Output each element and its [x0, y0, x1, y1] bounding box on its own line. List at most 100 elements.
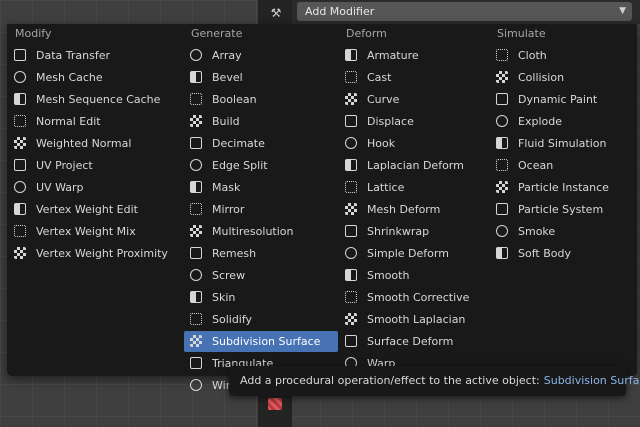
subdivision-surface-icon [190, 335, 202, 347]
menu-item-label: Skin [212, 291, 236, 304]
menu-item-hook[interactable]: Hook [339, 133, 485, 154]
menu-item-boolean[interactable]: Boolean [184, 89, 338, 110]
menu-item-uv-warp[interactable]: UV Warp [8, 177, 178, 198]
tooltip-text: Add a procedural operation/effect to the… [240, 374, 540, 387]
menu-item-displace[interactable]: Displace [339, 111, 485, 132]
menu-item-laplacian-deform[interactable]: Laplacian Deform [339, 155, 485, 176]
menu-item-label: Armature [367, 49, 419, 62]
menu-item-dynamic-paint[interactable]: Dynamic Paint [490, 89, 630, 110]
menu-item-label: Vertex Weight Proximity [36, 247, 168, 260]
menu-item-lattice[interactable]: Lattice [339, 177, 485, 198]
menu-item-screw[interactable]: Screw [184, 265, 338, 286]
menu-item-surface-deform[interactable]: Surface Deform [339, 331, 485, 352]
hook-icon [345, 137, 357, 149]
edge-split-icon [190, 159, 202, 171]
chevron-down-icon: ▼ [619, 6, 626, 16]
menu-item-particle-system[interactable]: Particle System [490, 199, 630, 220]
menu-item-edge-split[interactable]: Edge Split [184, 155, 338, 176]
decimate-icon [190, 137, 202, 149]
mirror-icon [190, 203, 202, 215]
menu-item-smoke[interactable]: Smoke [490, 221, 630, 242]
column-title-simulate: Simulate [497, 27, 546, 40]
menu-item-skin[interactable]: Skin [184, 287, 338, 308]
shrinkwrap-icon [345, 225, 357, 237]
menu-item-smooth[interactable]: Smooth [339, 265, 485, 286]
menu-item-label: Mesh Cache [36, 71, 103, 84]
menu-item-fluid-simulation[interactable]: Fluid Simulation [490, 133, 630, 154]
wrench-icon[interactable]: ⚒ [268, 6, 284, 20]
menu-item-label: Array [212, 49, 242, 62]
menu-item-simple-deform[interactable]: Simple Deform [339, 243, 485, 264]
menu-item-subdivision-surface[interactable]: Subdivision Surface [184, 331, 338, 352]
menu-item-bevel[interactable]: Bevel [184, 67, 338, 88]
menu-item-smooth-corrective[interactable]: Smooth Corrective [339, 287, 485, 308]
menu-item-label: Curve [367, 93, 400, 106]
menu-item-shrinkwrap[interactable]: Shrinkwrap [339, 221, 485, 242]
menu-item-vertex-weight-edit[interactable]: Vertex Weight Edit [8, 199, 178, 220]
menu-item-label: Smooth Laplacian [367, 313, 466, 326]
menu-item-mesh-sequence-cache[interactable]: Mesh Sequence Cache [8, 89, 178, 110]
menu-item-cloth[interactable]: Cloth [490, 45, 630, 66]
laplacian-deform-icon [345, 159, 357, 171]
menu-item-data-transfer[interactable]: Data Transfer [8, 45, 178, 66]
bevel-icon [190, 71, 202, 83]
menu-item-smooth-laplacian[interactable]: Smooth Laplacian [339, 309, 485, 330]
menu-item-label: Mesh Deform [367, 203, 441, 216]
collision-icon [496, 71, 508, 83]
menu-item-array[interactable]: Array [184, 45, 338, 66]
menu-item-normal-edit[interactable]: Normal Edit [8, 111, 178, 132]
menu-item-armature[interactable]: Armature [339, 45, 485, 66]
particle-instance-icon [496, 181, 508, 193]
menu-item-label: Subdivision Surface [212, 335, 321, 348]
menu-item-mask[interactable]: Mask [184, 177, 338, 198]
vertex-weight-edit-icon [14, 203, 26, 215]
triangulate-icon [190, 357, 202, 369]
menu-item-solidify[interactable]: Solidify [184, 309, 338, 330]
menu-item-mesh-deform[interactable]: Mesh Deform [339, 199, 485, 220]
build-icon [190, 115, 202, 127]
smooth-icon [345, 269, 357, 281]
menu-item-label: Data Transfer [36, 49, 110, 62]
menu-item-label: Explode [518, 115, 562, 128]
tooltip-target: Subdivision Surface [543, 374, 640, 387]
menu-item-vertex-weight-proximity[interactable]: Vertex Weight Proximity [8, 243, 178, 264]
menu-item-remesh[interactable]: Remesh [184, 243, 338, 264]
uv-project-icon [14, 159, 26, 171]
menu-item-mirror[interactable]: Mirror [184, 199, 338, 220]
menu-item-label: Particle Instance [518, 181, 609, 194]
screw-icon [190, 269, 202, 281]
menu-item-vertex-weight-mix[interactable]: Vertex Weight Mix [8, 221, 178, 242]
dynamic-paint-icon [496, 93, 508, 105]
menu-item-uv-project[interactable]: UV Project [8, 155, 178, 176]
menu-item-ocean[interactable]: Ocean [490, 155, 630, 176]
add-modifier-dropdown[interactable]: Add Modifier ▼ [297, 2, 632, 21]
menu-item-decimate[interactable]: Decimate [184, 133, 338, 154]
menu-item-explode[interactable]: Explode [490, 111, 630, 132]
smooth-laplacian-icon [345, 313, 357, 325]
menu-item-build[interactable]: Build [184, 111, 338, 132]
texture-icon[interactable] [268, 398, 282, 410]
column-title-generate: Generate [191, 27, 243, 40]
menu-item-collision[interactable]: Collision [490, 67, 630, 88]
ocean-icon [496, 159, 508, 171]
armature-icon [345, 49, 357, 61]
surface-deform-icon [345, 335, 357, 347]
menu-item-label: Fluid Simulation [518, 137, 607, 150]
menu-item-label: Weighted Normal [36, 137, 132, 150]
menu-item-cast[interactable]: Cast [339, 67, 485, 88]
vertex-weight-mix-icon [14, 225, 26, 237]
menu-item-weighted-normal[interactable]: Weighted Normal [8, 133, 178, 154]
smoke-icon [496, 225, 508, 237]
mask-icon [190, 181, 202, 193]
menu-item-curve[interactable]: Curve [339, 89, 485, 110]
menu-item-soft-body[interactable]: Soft Body [490, 243, 630, 264]
menu-item-label: Ocean [518, 159, 554, 172]
cast-icon [345, 71, 357, 83]
menu-item-particle-instance[interactable]: Particle Instance [490, 177, 630, 198]
menu-item-label: Normal Edit [36, 115, 101, 128]
menu-item-label: Lattice [367, 181, 405, 194]
menu-item-label: Displace [367, 115, 414, 128]
menu-item-mesh-cache[interactable]: Mesh Cache [8, 67, 178, 88]
weighted-normal-icon [14, 137, 26, 149]
menu-item-multiresolution[interactable]: Multiresolution [184, 221, 338, 242]
